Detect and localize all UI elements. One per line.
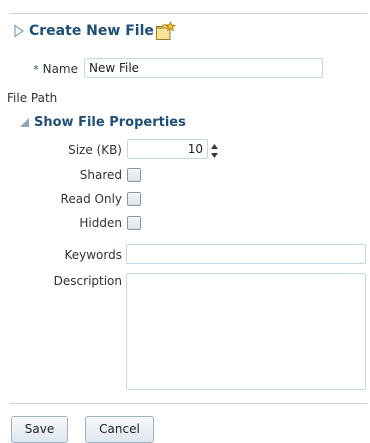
keywords-label: Keywords [64, 248, 122, 262]
size-input[interactable] [127, 139, 208, 159]
shared-label: Shared [79, 168, 122, 182]
page-header: Create New File [13, 20, 177, 42]
read-only-label: Read Only [60, 192, 122, 206]
spin-down-icon[interactable] [210, 149, 219, 158]
name-label-text: Name [42, 62, 78, 76]
hidden-label: Hidden [79, 216, 122, 230]
page-title: Create New File [29, 23, 154, 39]
size-label: Size (KB) [68, 143, 122, 157]
file-path-label: File Path [7, 91, 58, 105]
triangle-down-expanded-icon [19, 117, 30, 128]
name-label: * Name [33, 62, 78, 76]
bottom-divider [10, 403, 367, 404]
save-button[interactable]: Save [11, 416, 68, 443]
size-stepper [127, 139, 219, 159]
keywords-input[interactable] [126, 244, 366, 264]
read-only-checkbox[interactable] [127, 192, 141, 206]
show-file-properties-toggle[interactable]: Show File Properties [19, 113, 186, 131]
shared-checkbox[interactable] [127, 168, 141, 182]
required-indicator: * [33, 63, 39, 76]
cancel-button[interactable]: Cancel [85, 416, 154, 443]
name-input[interactable] [84, 58, 323, 78]
hidden-checkbox[interactable] [127, 216, 141, 230]
description-textarea[interactable] [126, 273, 366, 390]
new-file-folder-icon [155, 20, 177, 41]
triangle-right-outline-icon[interactable] [13, 24, 25, 38]
description-label: Description [53, 274, 122, 288]
top-divider [10, 13, 367, 14]
show-file-properties-label: Show File Properties [34, 114, 186, 130]
spin-up-icon[interactable] [210, 140, 219, 149]
